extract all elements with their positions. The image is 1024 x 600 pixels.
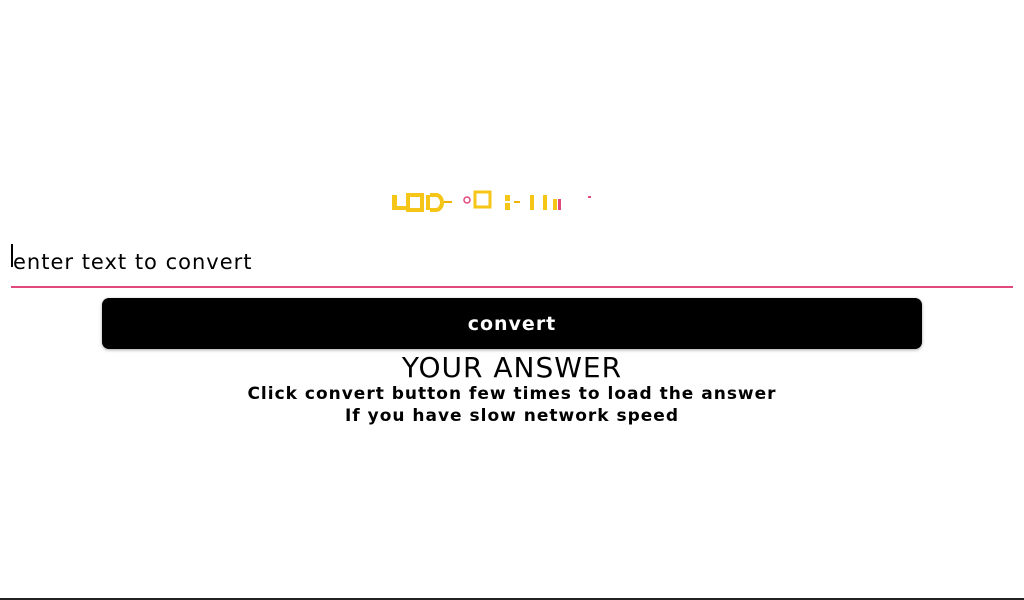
answer-title: YOUR ANSWER (401, 351, 623, 384)
app-screen: convert YOUR ANSWER Click convert button… (0, 0, 1024, 600)
input-underline (11, 286, 1013, 288)
loading-logo (392, 189, 602, 213)
hint-text-line-2: If you have slow network speed (344, 406, 680, 426)
convert-text-input[interactable] (11, 238, 1013, 286)
text-input-container (11, 238, 1013, 288)
convert-button[interactable]: convert (102, 298, 922, 349)
logo-loading-glitch-icon (392, 190, 591, 212)
hint-text-line-1: Click convert button few times to load t… (247, 384, 777, 404)
